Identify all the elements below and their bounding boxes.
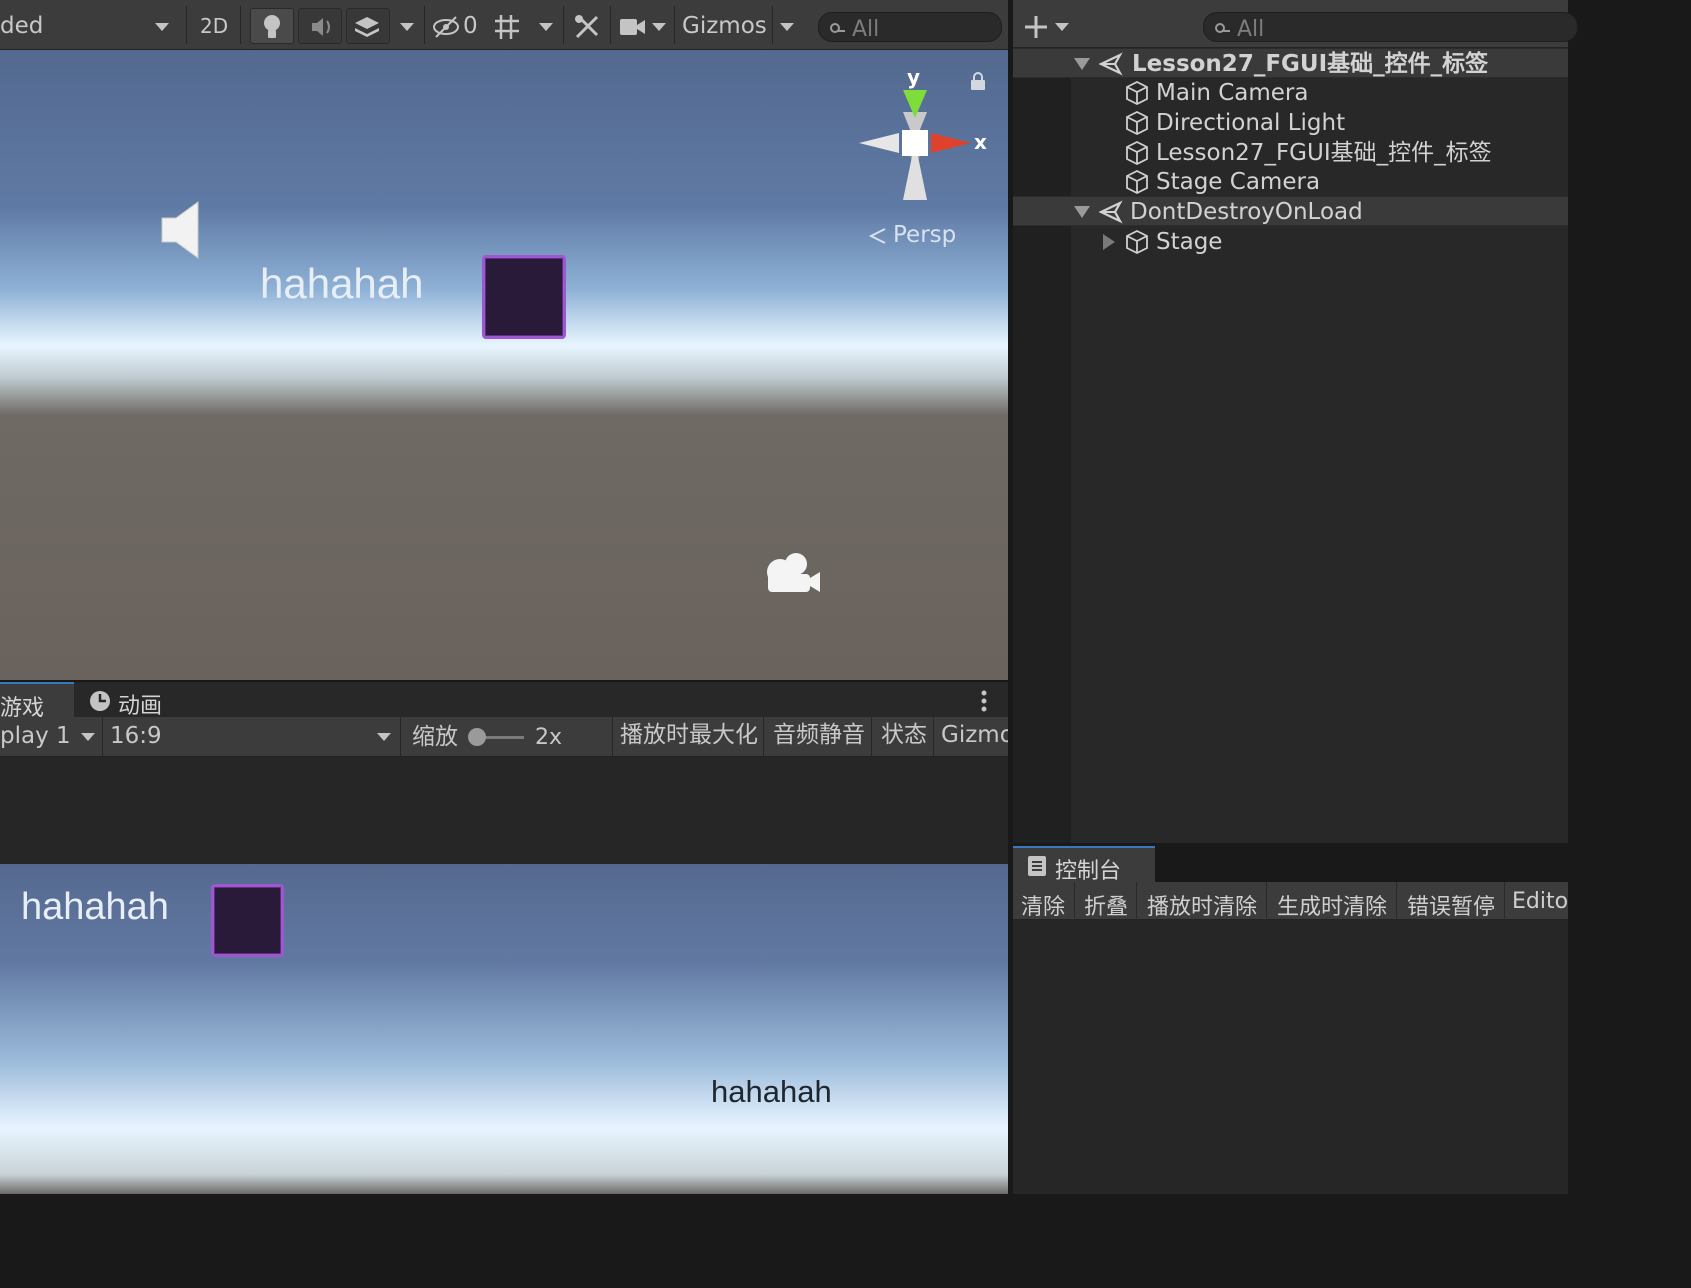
gameobject-cube-icon xyxy=(1126,110,1148,136)
projection-label[interactable]: Persp xyxy=(893,222,956,248)
game-tab-bar: 游戏 动画 xyxy=(0,681,1008,721)
hierarchy-item-label: Stage xyxy=(1156,229,1223,255)
lighting-toggle-button[interactable] xyxy=(250,8,294,44)
clear-on-play-button[interactable]: 播放时清除 xyxy=(1137,882,1267,920)
aspect-dropdown[interactable]: 16:9 xyxy=(110,725,162,748)
game-text-label: hahahah xyxy=(21,886,169,928)
tab-console[interactable]: 控制台 xyxy=(1013,846,1155,884)
display-dropdown[interactable]: play 1 xyxy=(0,725,71,748)
scale-label: 缩放 xyxy=(412,724,458,750)
expand-arrow-icon[interactable] xyxy=(1103,234,1115,250)
plus-icon[interactable] xyxy=(1023,14,1049,40)
hierarchy-item-label: Main Camera xyxy=(1156,80,1309,106)
hierarchy-scene-row[interactable]: DontDestroyOnLoad xyxy=(1013,196,1568,226)
effects-toggle-button[interactable] xyxy=(346,8,390,44)
hierarchy-toolbar: All xyxy=(1013,0,1578,48)
mute-audio-button[interactable]: 音频静音 xyxy=(773,724,865,747)
visibility-icon[interactable] xyxy=(432,14,462,40)
chevron-down-icon[interactable] xyxy=(400,23,414,31)
hierarchy-item-lesson27[interactable]: Lesson27_FGUI基础_控件_标签 xyxy=(1013,138,1568,168)
scale-value: 2x xyxy=(535,725,563,750)
search-icon xyxy=(1215,23,1230,33)
chevron-down-icon[interactable] xyxy=(81,733,95,741)
clock-icon xyxy=(90,691,110,711)
console-log-area[interactable] xyxy=(1013,920,1568,1194)
gameobject-cube-icon xyxy=(1126,229,1148,255)
audio-source-icon[interactable] xyxy=(158,200,202,260)
stats-button[interactable]: 状态 xyxy=(881,724,927,747)
clear-on-build-button[interactable]: 生成时清除 xyxy=(1267,882,1397,920)
tab-game[interactable]: 游戏 xyxy=(0,682,74,721)
audio-icon xyxy=(312,18,330,36)
clear-button[interactable]: 清除 xyxy=(1013,882,1075,920)
game-dark-text-label: hahahah xyxy=(711,1074,832,1109)
unity-scene-icon xyxy=(1098,200,1123,224)
scale-slider-handle[interactable] xyxy=(468,728,486,746)
hierarchy-item-directional-light[interactable]: Directional Light xyxy=(1013,108,1568,138)
draw-mode-dropdown[interactable]: ded xyxy=(0,15,43,38)
hidden-count: 0 xyxy=(463,13,478,39)
hierarchy-search-input[interactable]: All xyxy=(1203,12,1578,42)
search-placeholder: All xyxy=(852,17,880,42)
search-placeholder: All xyxy=(1237,17,1265,42)
gameobject-cube-icon xyxy=(1126,169,1148,195)
console-icon xyxy=(1028,856,1046,876)
lock-icon[interactable] xyxy=(970,72,986,90)
scene-search-input[interactable]: All xyxy=(818,12,1002,42)
audio-toggle-button[interactable] xyxy=(298,8,342,44)
scene-viewport[interactable]: hahahah y x Persp xyxy=(0,50,1008,680)
collapse-button[interactable]: 折叠 xyxy=(1075,882,1137,920)
hierarchy-item-label: Stage Camera xyxy=(1156,169,1321,195)
world-text-label[interactable]: hahahah xyxy=(260,260,424,308)
tab-animation[interactable]: 动画 xyxy=(80,682,190,719)
bulb-icon xyxy=(264,15,280,38)
chevron-down-icon[interactable] xyxy=(1055,23,1069,31)
hierarchy-item-stage[interactable]: Stage xyxy=(1013,227,1568,257)
gizmo-y-label: y xyxy=(907,65,921,89)
hierarchy-item-label: DontDestroyOnLoad xyxy=(1130,199,1363,225)
gizmo-x-label: x xyxy=(974,130,987,154)
effects-icon xyxy=(355,17,379,37)
error-pause-button[interactable]: 错误暂停 xyxy=(1397,882,1505,920)
more-options-icon[interactable] xyxy=(978,688,990,714)
console-toolbar: 清除 折叠 播放时清除 生成时清除 错误暂停 Edito xyxy=(1013,882,1568,920)
scene-toolbar: ded 2D 0 Gizmos All xyxy=(0,0,1008,50)
hierarchy-scene-row[interactable]: Lesson27_FGUI基础_控件_标签 xyxy=(1013,48,1568,78)
tab-animation-label: 动画 xyxy=(118,694,163,719)
expand-arrow-icon[interactable] xyxy=(1074,206,1090,218)
gizmos-button[interactable]: Gizmos xyxy=(682,15,767,38)
hierarchy-item-label: Lesson27_FGUI基础_控件_标签 xyxy=(1156,140,1492,166)
2d-toggle-button[interactable]: 2D xyxy=(200,16,228,36)
grid-icon[interactable] xyxy=(492,12,522,42)
tools-icon[interactable] xyxy=(572,12,602,42)
chevron-down-icon[interactable] xyxy=(155,23,169,31)
editor-dropdown[interactable]: Edito xyxy=(1505,882,1568,920)
chevron-down-icon[interactable] xyxy=(780,23,794,31)
game-purple-image xyxy=(211,884,284,957)
game-letterbox xyxy=(0,757,1008,864)
gameobject-cube-icon xyxy=(1126,140,1148,166)
chevron-down-icon[interactable] xyxy=(377,733,391,741)
camera-icon[interactable] xyxy=(618,15,648,39)
search-icon xyxy=(830,23,845,33)
chevron-down-icon[interactable] xyxy=(539,23,553,31)
hierarchy-item-label: Directional Light xyxy=(1156,110,1346,136)
chevron-left-icon[interactable] xyxy=(867,226,889,246)
game-toolbar: play 1 16:9 缩放 2x 播放时最大化 音频静音 状态 Gizmo xyxy=(0,717,1014,757)
maximize-on-play-button[interactable]: 播放时最大化 xyxy=(620,724,758,747)
game-viewport[interactable]: hahahah hahahah xyxy=(0,864,1008,1194)
chevron-down-icon[interactable] xyxy=(652,23,666,31)
purple-image[interactable] xyxy=(482,255,566,339)
hierarchy-item-main-camera[interactable]: Main Camera xyxy=(1013,78,1568,108)
gameobject-cube-icon xyxy=(1126,80,1148,106)
expand-arrow-icon[interactable] xyxy=(1074,58,1090,70)
hierarchy-item-stage-camera[interactable]: Stage Camera xyxy=(1013,167,1568,197)
hierarchy-item-label: Lesson27_FGUI基础_控件_标签 xyxy=(1132,51,1489,77)
camera-gizmo-icon[interactable] xyxy=(762,550,824,598)
tab-console-label: 控制台 xyxy=(1055,859,1122,884)
unity-scene-icon xyxy=(1098,52,1123,76)
game-gizmos-button[interactable]: Gizmo xyxy=(941,724,1014,747)
